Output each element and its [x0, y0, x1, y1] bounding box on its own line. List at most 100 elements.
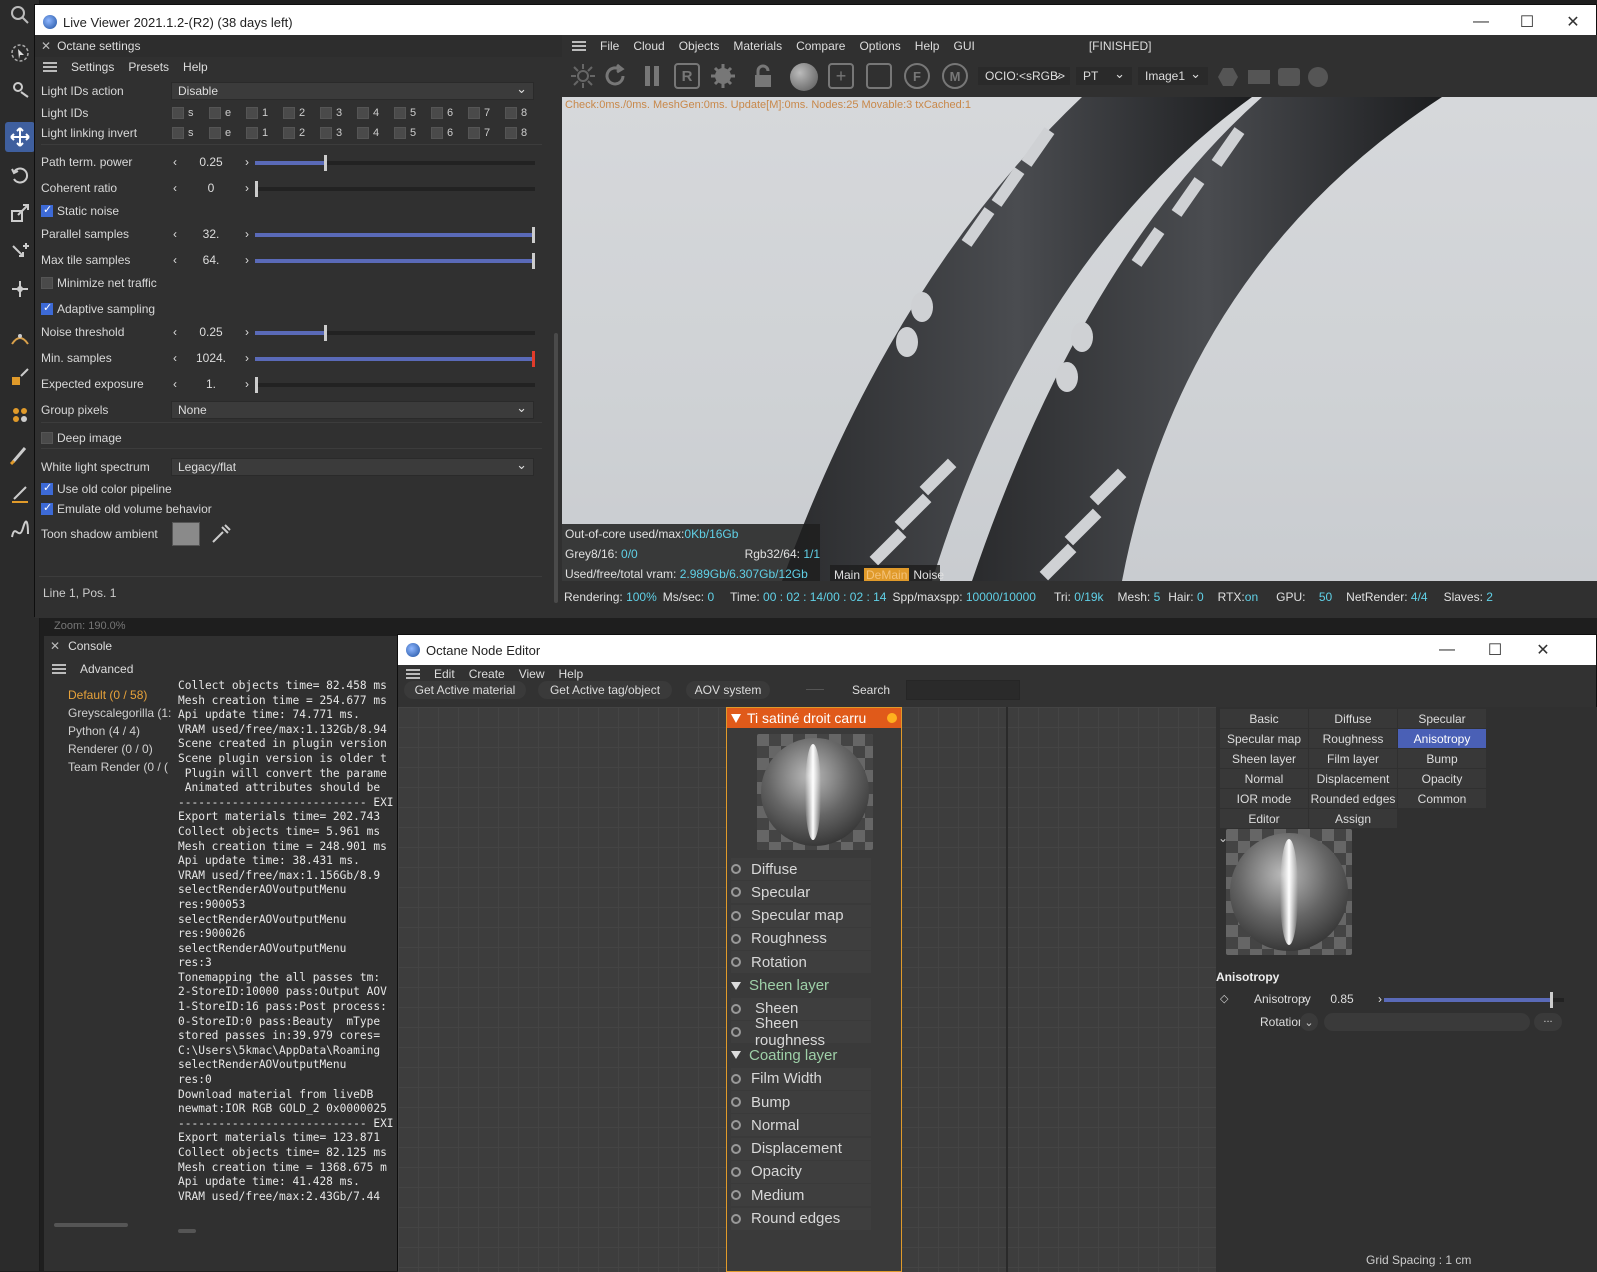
material-node[interactable]: Ti satiné droit carru Diffuse Specular Spe…	[726, 707, 902, 1272]
light-id-s-checkbox[interactable]: s	[172, 107, 209, 119]
kernel-select[interactable]: PT	[1076, 66, 1132, 85]
node-pin[interactable]: Round edges	[731, 1207, 871, 1230]
node-pin[interactable]: Bump	[731, 1091, 871, 1113]
minimize-net-checkbox[interactable]	[41, 277, 53, 289]
image-select[interactable]: Image1	[1138, 66, 1208, 85]
expand-triangle-icon[interactable]	[731, 981, 741, 990]
transform-tool-icon[interactable]	[5, 238, 35, 268]
checkbox[interactable]	[209, 107, 221, 119]
checkbox[interactable]	[505, 127, 517, 139]
menu-settings[interactable]: Settings	[71, 60, 114, 74]
adaptive-sampling-checkbox[interactable]	[41, 301, 53, 315]
ocio-select[interactable]: OCIO:<sRGB>	[978, 66, 1070, 85]
eyedropper-icon[interactable]	[209, 522, 233, 546]
scale-tool-icon[interactable]	[5, 198, 35, 228]
console-scrollbar[interactable]	[54, 1223, 128, 1227]
old-color-pipeline-checkbox[interactable]	[41, 481, 53, 495]
checkbox[interactable]	[394, 127, 406, 139]
node-pin[interactable]: Normal	[731, 1114, 871, 1137]
keyframe-diamond-icon[interactable]: ◇	[1220, 992, 1228, 1005]
light-id-3-checkbox[interactable]: 3	[320, 127, 357, 139]
checkbox[interactable]	[172, 127, 184, 139]
light-id-5-checkbox[interactable]: 5	[394, 107, 431, 119]
tab-specular-map[interactable]: Specular map	[1220, 729, 1308, 748]
white-light-spectrum-select[interactable]: Legacy/flat	[171, 457, 534, 476]
tree-item-default[interactable]: Default (0 / 58)	[68, 686, 178, 704]
old-volume-checkbox[interactable]	[41, 501, 53, 515]
pin-socket-icon[interactable]	[731, 1097, 741, 1107]
minimize-icon[interactable]: —	[1424, 635, 1470, 665]
rotation-texture-slot[interactable]	[1324, 1013, 1530, 1031]
light-id-4-checkbox[interactable]: 4	[357, 107, 394, 119]
parallel-samples-slider[interactable]	[255, 227, 535, 243]
checkbox[interactable]	[246, 127, 258, 139]
max-tile-samples-slider[interactable]	[255, 253, 535, 269]
noise-threshold-slider[interactable]	[255, 325, 535, 341]
checkbox[interactable]	[283, 107, 295, 119]
pin-socket-icon[interactable]	[731, 1190, 741, 1201]
node-pin[interactable]: Sheen roughness	[731, 1015, 871, 1049]
expected-exposure-slider[interactable]	[255, 377, 535, 393]
settings-tool-icon[interactable]	[5, 74, 35, 104]
pin-socket-icon[interactable]	[731, 957, 741, 968]
tab-opacity[interactable]: Opacity	[1398, 769, 1486, 788]
pin-socket-icon[interactable]	[731, 864, 741, 874]
adaptive-sampling-row[interactable]: Adaptive sampling	[41, 298, 155, 320]
mode-main[interactable]: Main	[830, 568, 864, 581]
tab-film-layer[interactable]: Film layer	[1309, 749, 1397, 768]
expected-exposure-stepper[interactable]: ‹ 1. ›	[171, 375, 251, 393]
render-viewport[interactable]: Check:0ms./0ms. MeshGen:0ms. Update[M]:0…	[562, 97, 1597, 581]
checkbox[interactable]	[468, 127, 480, 139]
path-term-stepper[interactable]: ‹ 0.25 ›	[171, 153, 251, 171]
pause-icon[interactable]	[642, 63, 662, 89]
octane-sun-icon[interactable]	[570, 63, 596, 89]
minimize-net-row[interactable]: Minimize net traffic	[41, 272, 157, 294]
static-noise-checkbox[interactable]	[41, 203, 53, 217]
circle-icon[interactable]	[1308, 67, 1328, 87]
pin-socket-icon[interactable]	[731, 1213, 741, 1224]
pin-socket-icon[interactable]	[731, 933, 741, 944]
node-pin[interactable]: Film Width	[731, 1067, 871, 1090]
tab-normal[interactable]: Normal	[1220, 769, 1308, 788]
pin-socket-icon[interactable]	[731, 1143, 741, 1154]
brush-tool-icon[interactable]	[5, 440, 35, 470]
light-id-2-checkbox[interactable]: 2	[283, 127, 320, 139]
rotation-more-button[interactable]: ...	[1534, 1013, 1562, 1031]
rotation-link-icon[interactable]: ⌄	[1300, 1013, 1318, 1031]
max-tile-samples-stepper[interactable]: ‹ 64. ›	[171, 251, 251, 269]
mode-noise[interactable]: Noise	[909, 568, 948, 581]
close-console-icon[interactable]: ✕	[50, 639, 60, 653]
arc-tool-icon[interactable]	[5, 324, 35, 354]
pin-socket-icon[interactable]	[731, 1120, 741, 1131]
settings-scrollbar[interactable]	[554, 333, 558, 603]
rotate-tool-icon[interactable]	[5, 160, 35, 190]
noise-threshold-stepper[interactable]: ‹ 0.25 ›	[171, 323, 251, 341]
close-icon[interactable]: ✕	[1520, 635, 1566, 665]
coherent-ratio-slider[interactable]	[255, 181, 535, 197]
menu-create[interactable]: Create	[469, 667, 505, 681]
console-hamburger-icon[interactable]	[52, 664, 66, 674]
tab-specular[interactable]: Specular	[1398, 709, 1486, 728]
console-log-scrollbar[interactable]	[178, 1229, 196, 1233]
menu-compare[interactable]: Compare	[796, 39, 845, 53]
menu-objects[interactable]: Objects	[679, 39, 720, 53]
maximize-icon[interactable]: ☐	[1504, 5, 1550, 39]
node-pin[interactable]: Opacity	[731, 1160, 871, 1183]
pin-socket-icon[interactable]	[731, 887, 741, 898]
checkbox[interactable]	[357, 127, 369, 139]
checkbox[interactable]	[172, 107, 184, 119]
checkbox[interactable]	[283, 127, 295, 139]
tab-assign[interactable]: Assign	[1309, 809, 1397, 828]
pin-socket-icon[interactable]	[731, 1027, 741, 1038]
tab-diffuse[interactable]: Diffuse	[1309, 709, 1397, 728]
min-samples-stepper[interactable]: ‹ 1024. ›	[171, 349, 251, 367]
light-id-6-checkbox[interactable]: 6	[431, 127, 468, 139]
minimize-icon[interactable]: —	[1458, 5, 1504, 39]
light-id-8-checkbox[interactable]: 8	[505, 127, 542, 139]
checkbox[interactable]	[505, 107, 517, 119]
tab-ior-mode[interactable]: IOR mode	[1220, 789, 1308, 808]
menu-cloud[interactable]: Cloud	[633, 39, 664, 53]
maximize-icon[interactable]: ☐	[1472, 635, 1518, 665]
tree-item-python[interactable]: Python (4 / 4)	[68, 722, 178, 740]
node-pin[interactable]: Specular	[731, 881, 871, 904]
